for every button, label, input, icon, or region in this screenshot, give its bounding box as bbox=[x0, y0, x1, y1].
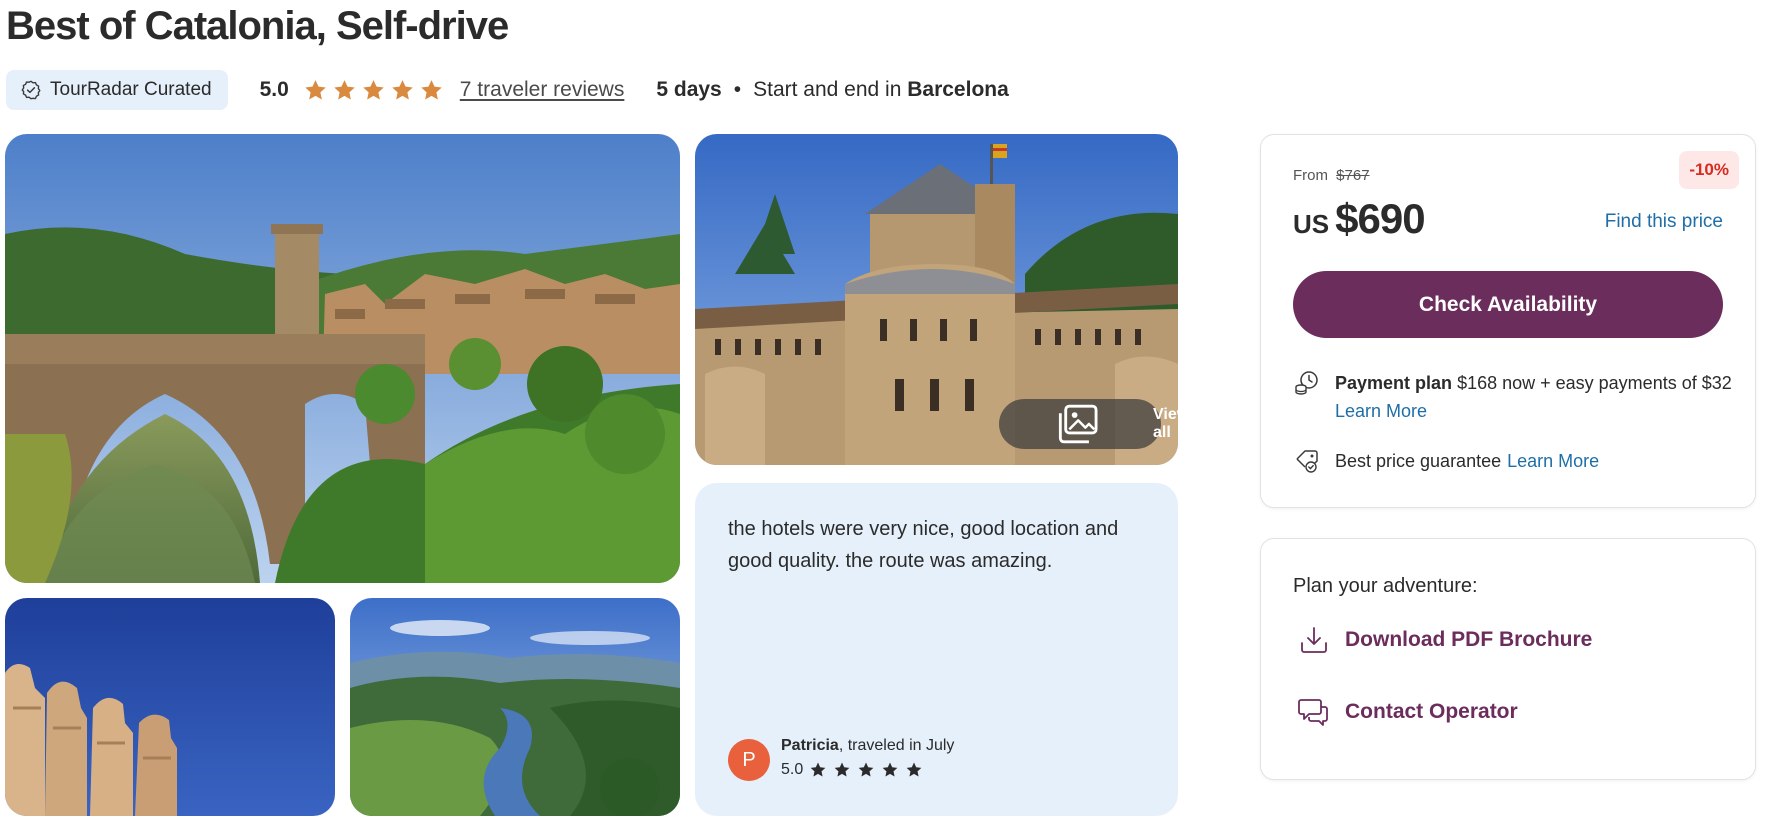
traveler-reviews-link[interactable]: 7 traveler reviews bbox=[460, 78, 625, 102]
discount-badge: -10% bbox=[1679, 151, 1739, 189]
gallery-main-photo[interactable] bbox=[5, 134, 680, 583]
reviewer-rating-score: 5.0 bbox=[781, 761, 804, 778]
payment-plan-text: Payment plan $168 now + easy payments of… bbox=[1335, 369, 1733, 425]
gallery-photo-monastery[interactable]: View all bbox=[695, 134, 1178, 465]
chat-bubbles-icon bbox=[1298, 699, 1328, 726]
star-icon bbox=[363, 79, 384, 99]
price-tag-check-icon bbox=[1296, 450, 1318, 473]
rating-score: 5.0 bbox=[259, 78, 289, 101]
star-icon bbox=[858, 762, 874, 777]
payment-plan-row: Payment plan $168 now + easy payments of… bbox=[1293, 369, 1733, 425]
curated-badge-label: TourRadar Curated bbox=[50, 79, 212, 100]
star-icon bbox=[810, 762, 826, 777]
payment-plan-learn-more-link[interactable]: Learn More bbox=[1335, 401, 1427, 421]
current-price: US $690 bbox=[1293, 195, 1426, 243]
gallery-photo-chimneys[interactable] bbox=[5, 598, 335, 816]
star-icon bbox=[421, 79, 442, 99]
star-icon bbox=[305, 79, 326, 99]
bridge-village-image bbox=[5, 134, 680, 583]
download-icon bbox=[1301, 627, 1327, 653]
start-end-prefix: Start and end in bbox=[753, 78, 902, 101]
verified-badge-icon bbox=[21, 80, 41, 100]
gallery-icon bbox=[1058, 404, 1098, 444]
review-card: the hotels were very nice, good location… bbox=[695, 483, 1178, 816]
best-price-guarantee-row: Best price guarantee Learn More bbox=[1293, 447, 1599, 475]
view-all-label: View all bbox=[1153, 406, 1178, 441]
reviewer-info: Patricia, traveled in July bbox=[781, 737, 954, 755]
plan-adventure-title: Plan your adventure: bbox=[1293, 575, 1478, 597]
meta-separator: • bbox=[733, 78, 742, 101]
start-end-location: Start and end in Barcelona bbox=[753, 78, 1009, 102]
payment-plan-label: Payment plan bbox=[1335, 373, 1453, 393]
check-availability-button[interactable]: Check Availability bbox=[1293, 271, 1723, 338]
star-icon bbox=[392, 79, 413, 99]
curated-badge[interactable]: TourRadar Curated bbox=[6, 70, 228, 110]
original-price: $767 bbox=[1336, 167, 1370, 184]
tour-meta-row: TourRadar Curated 5.0 7 traveler reviews… bbox=[6, 70, 1009, 110]
river-valley-image bbox=[350, 598, 680, 816]
guarantee-learn-more-link[interactable]: Learn More bbox=[1507, 451, 1599, 472]
star-icon bbox=[882, 762, 898, 777]
price-card: From $767 -10% US $690 Find this price C… bbox=[1260, 134, 1756, 508]
find-this-price-link[interactable]: Find this price bbox=[1605, 211, 1723, 233]
price-value: $690 bbox=[1335, 195, 1425, 242]
reviewer-travel-date: , traveled in July bbox=[838, 737, 955, 754]
gallery-photo-river[interactable] bbox=[350, 598, 680, 816]
price-currency: US bbox=[1293, 209, 1330, 239]
star-icon bbox=[834, 762, 850, 777]
chimneys-image bbox=[5, 598, 335, 816]
download-brochure-label: Download PDF Brochure bbox=[1345, 628, 1593, 651]
reviewer-avatar: P bbox=[728, 739, 770, 781]
download-brochure-button[interactable]: Download PDF Brochure bbox=[1297, 623, 1592, 657]
star-icon bbox=[334, 79, 355, 99]
rating-stars bbox=[303, 78, 444, 103]
tour-duration: 5 days bbox=[656, 78, 722, 101]
best-price-guarantee-text: Best price guarantee bbox=[1335, 450, 1502, 471]
page-title: Best of Catalonia, Self-drive bbox=[6, 4, 509, 48]
from-price-row: From $767 bbox=[1293, 167, 1370, 184]
review-text: the hotels were very nice, good location… bbox=[728, 518, 1119, 572]
payment-plan-icon bbox=[1295, 371, 1318, 395]
contact-operator-label: Contact Operator bbox=[1345, 700, 1518, 723]
start-end-city: Barcelona bbox=[907, 78, 1009, 101]
star-icon bbox=[906, 762, 922, 777]
contact-operator-button[interactable]: Contact Operator bbox=[1297, 695, 1518, 729]
reviewer-rating: 5.0 bbox=[781, 761, 923, 779]
payment-plan-details: $168 now + easy payments of $32 bbox=[1457, 373, 1732, 393]
plan-adventure-card: Plan your adventure: Download PDF Brochu… bbox=[1260, 538, 1756, 780]
view-all-photos-button[interactable]: View all bbox=[998, 399, 1178, 449]
reviewer-name: Patricia bbox=[781, 737, 839, 754]
from-label: From bbox=[1293, 167, 1328, 184]
